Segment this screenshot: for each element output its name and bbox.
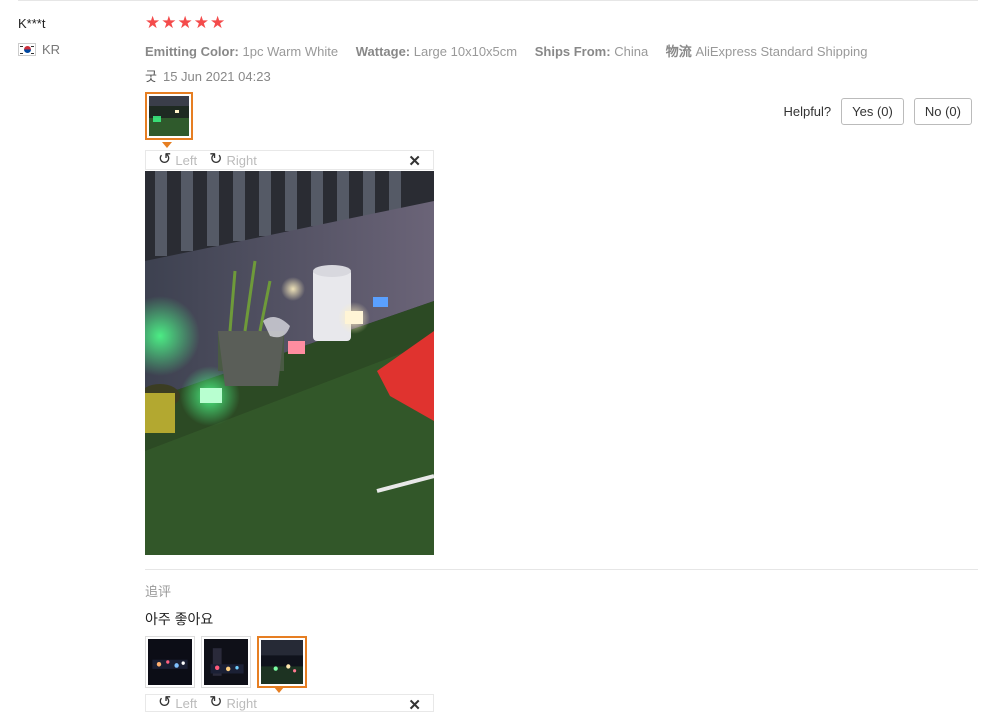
additional-review-text: 아주 좋아요 (145, 611, 214, 627)
review-photo-thumbnail[interactable] (145, 92, 193, 140)
additional-review-label: 追评 (145, 584, 172, 599)
star-rating: ★ ★ ★ ★ ★ (145, 14, 225, 32)
attr-key: Emitting Color: (145, 44, 239, 59)
helpful-label: Helpful? (783, 104, 832, 119)
rotate-left-icon: ↺ (158, 694, 172, 711)
photo-viewer-toolbar: ↺ Left ↻ Right ✕ (145, 150, 434, 170)
photo-thumbnail-image (148, 639, 192, 685)
active-thumbnail-indicator (162, 142, 172, 148)
reviewer-name: K***t (18, 16, 46, 31)
review-photo-thumbnail[interactable] (201, 636, 251, 688)
review-text: 굿 (145, 69, 157, 84)
attr-key: Wattage: (355, 44, 411, 59)
review-photo-thumbnail[interactable] (257, 636, 307, 688)
photo-thumbnail-image (204, 639, 248, 685)
reviewer-country: KR (18, 42, 60, 57)
attr-value: China (614, 44, 649, 59)
rotate-left-button[interactable]: ↺ Left (158, 152, 197, 168)
photo-viewer-toolbar: ↺ Left ↻ Right ✕ (145, 694, 434, 714)
close-icon[interactable]: ✕ (408, 152, 421, 170)
photo-thumbnail-image (149, 96, 189, 136)
star-icon: ★ (193, 13, 209, 32)
rotate-right-button[interactable]: ↻ Right (209, 152, 257, 168)
photo-thumbnail-image (261, 640, 303, 684)
star-icon: ★ (145, 13, 161, 32)
close-icon[interactable]: ✕ (408, 696, 421, 714)
country-code: KR (42, 42, 61, 57)
rotate-left-label: Left (175, 695, 198, 711)
top-divider (18, 0, 978, 1)
star-icon: ★ (210, 13, 226, 32)
rotate-left-button[interactable]: ↺ Left (158, 695, 197, 711)
attr-value: 1pc Warm White (242, 44, 339, 59)
attr-value: AliExpress Standard Shipping (695, 44, 868, 59)
additional-review-divider (145, 569, 978, 570)
review-photo-thumbnail[interactable] (145, 636, 195, 688)
helpful-no-button[interactable]: No (0) (913, 98, 972, 125)
south-korea-flag-icon (18, 43, 36, 56)
rotate-right-icon: ↻ (209, 151, 223, 168)
review-line: 굿 15 Jun 2021 04:23 (145, 66, 271, 85)
rotate-right-label: Right (226, 152, 257, 168)
active-thumbnail-indicator (274, 687, 284, 693)
product-attributes: Emitting Color: 1pc Warm White Wattage: … (145, 41, 881, 60)
rotate-left-label: Left (175, 152, 198, 168)
attr-value: Large 10x10x5cm (413, 44, 518, 59)
helpful-yes-button[interactable]: Yes (0) (841, 98, 904, 125)
attr-key: 物流 (665, 44, 692, 59)
rotate-left-icon: ↺ (158, 151, 172, 168)
rotate-right-button[interactable]: ↻ Right (209, 695, 257, 711)
rotate-right-icon: ↻ (209, 694, 223, 711)
rotate-right-label: Right (226, 695, 257, 711)
review-photo-large (145, 171, 434, 555)
star-icon: ★ (161, 13, 177, 32)
helpful-section: Helpful? Yes (0) No (0) (783, 98, 972, 125)
review-date: 15 Jun 2021 04:23 (162, 69, 271, 84)
attr-key: Ships From: (534, 44, 611, 59)
star-icon: ★ (177, 13, 193, 32)
